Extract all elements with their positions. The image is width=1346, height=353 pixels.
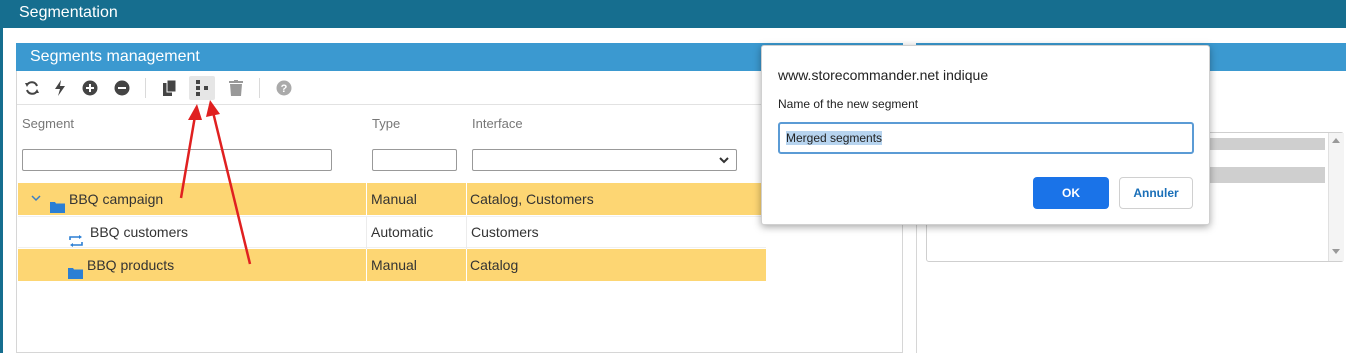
annotation-arrow <box>179 115 197 199</box>
arrow-head <box>188 104 202 120</box>
arrow-head <box>206 100 220 117</box>
annotation-arrow <box>211 111 252 265</box>
annotation-arrows <box>179 100 252 265</box>
